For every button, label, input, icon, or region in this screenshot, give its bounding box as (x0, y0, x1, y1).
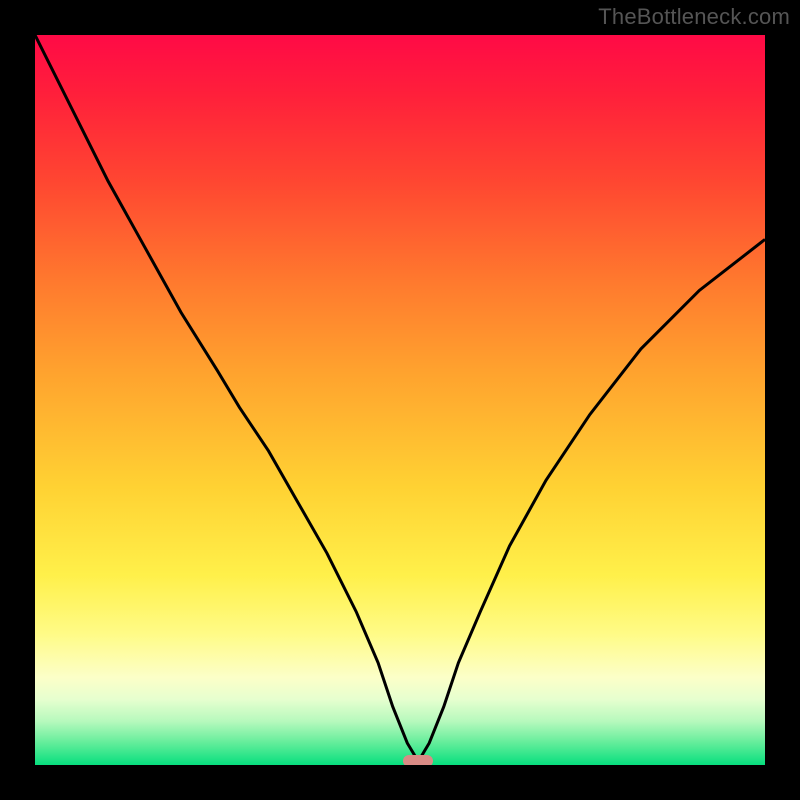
watermark-text: TheBottleneck.com (598, 4, 790, 30)
plot-area (35, 35, 765, 765)
optimal-point-marker (403, 755, 433, 765)
chart-stage: TheBottleneck.com (0, 0, 800, 800)
bottleneck-curve (35, 35, 765, 765)
curve-path (35, 35, 765, 761)
